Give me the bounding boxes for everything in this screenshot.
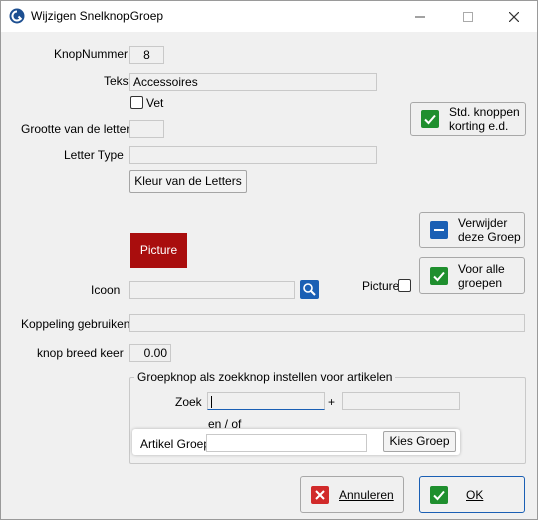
close-icon bbox=[508, 11, 520, 23]
dialog-window: Wijzigen SnelknopGroep KnopNummer 8 Teks… bbox=[0, 0, 538, 520]
std-knoppen-label: Std. knoppen korting e.d. bbox=[449, 105, 520, 133]
zoekknop-group-title: Groepknop als zoekknop instellen voor ar… bbox=[134, 370, 396, 384]
vet-label: Vet bbox=[146, 96, 164, 110]
koppeling-field[interactable] bbox=[129, 314, 525, 332]
app-icon bbox=[9, 8, 25, 24]
voor-alle-label: Voor alle groepen bbox=[458, 261, 505, 290]
icoon-field[interactable] bbox=[129, 281, 295, 299]
lettertype-field[interactable] bbox=[129, 146, 377, 164]
knopnummer-field[interactable]: 8 bbox=[129, 46, 164, 64]
zoek2-field[interactable] bbox=[342, 392, 460, 410]
maximize-icon bbox=[463, 12, 473, 23]
picture-checkbox[interactable] bbox=[398, 279, 411, 292]
breed-label: knop breed keer bbox=[37, 346, 124, 360]
zoek-field[interactable] bbox=[207, 392, 325, 410]
tekst-label: Tekst bbox=[104, 74, 133, 88]
plus-label: + bbox=[328, 395, 336, 409]
ok-button[interactable]: OK bbox=[419, 476, 525, 513]
std-knoppen-button[interactable]: Std. knoppen korting e.d. bbox=[410, 102, 526, 136]
maximize-button[interactable] bbox=[445, 1, 491, 32]
search-icon bbox=[303, 283, 316, 296]
grootte-field[interactable] bbox=[129, 120, 164, 138]
text-cursor bbox=[211, 395, 212, 408]
picture-check-label: Picture bbox=[362, 279, 400, 293]
check-icon bbox=[421, 110, 439, 128]
annuleren-button[interactable]: Annuleren bbox=[300, 476, 404, 513]
icoon-search-button[interactable] bbox=[300, 280, 319, 299]
breed-field[interactable]: 0.00 bbox=[129, 344, 171, 362]
artikel-groep-label: Artikel Groep bbox=[140, 437, 211, 451]
annuleren-label: Annuleren bbox=[339, 487, 394, 502]
knopnummer-label: KnopNummer bbox=[54, 47, 129, 61]
artikel-groep-panel: Artikel Groep Kies Groep bbox=[132, 429, 460, 455]
check-icon bbox=[430, 485, 448, 504]
koppeling-label: Koppeling gebruiken bbox=[21, 317, 131, 331]
kleur-button[interactable]: Kleur van de Letters bbox=[129, 170, 247, 193]
cancel-icon bbox=[311, 485, 329, 504]
icoon-label: Icoon bbox=[91, 283, 121, 297]
tekst-field[interactable]: Accessoires bbox=[129, 73, 377, 91]
ok-label: OK bbox=[466, 487, 484, 502]
minus-icon bbox=[430, 221, 448, 239]
vet-checkbox[interactable] bbox=[130, 96, 143, 109]
voor-alle-button[interactable]: Voor alle groepen bbox=[419, 257, 525, 294]
verwijder-label: Verwijder deze Groep bbox=[458, 216, 521, 244]
kies-groep-button[interactable]: Kies Groep bbox=[383, 431, 456, 452]
lettertype-label: Letter Type bbox=[64, 148, 124, 162]
verwijder-button[interactable]: Verwijder deze Groep bbox=[419, 212, 525, 248]
title-bar: Wijzigen SnelknopGroep bbox=[1, 1, 537, 32]
grootte-label: Grootte van de letter bbox=[21, 122, 131, 136]
close-button[interactable] bbox=[491, 1, 537, 32]
minimize-button[interactable] bbox=[397, 1, 443, 32]
window-title: Wijzigen SnelknopGroep bbox=[31, 9, 164, 23]
check-icon bbox=[430, 266, 448, 285]
picture-preview: Picture bbox=[130, 233, 187, 268]
zoek-label: Zoek bbox=[175, 395, 202, 409]
artikel-groep-field[interactable] bbox=[206, 434, 367, 452]
minimize-icon bbox=[415, 16, 425, 18]
